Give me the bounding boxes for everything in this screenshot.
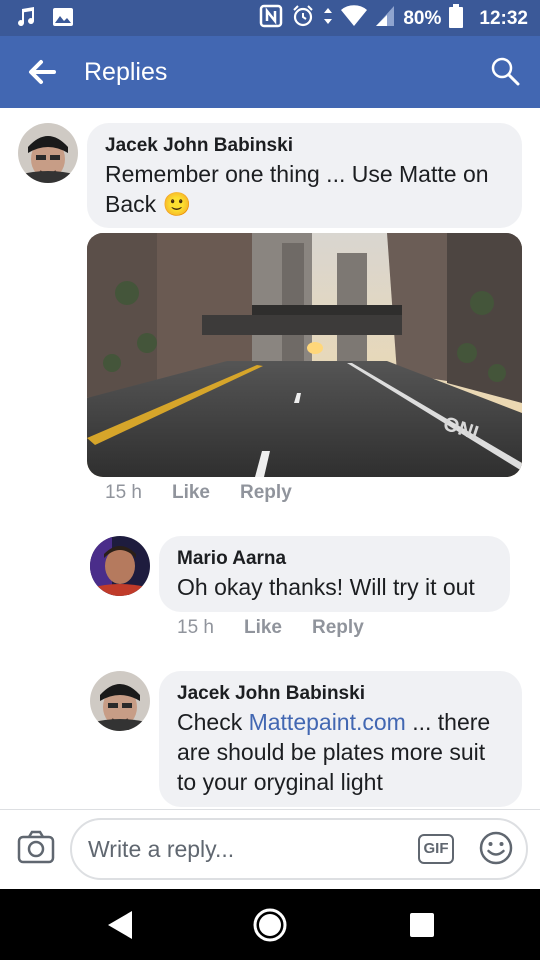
music-note-icon — [16, 6, 38, 33]
comment-author[interactable]: Mario Aarna — [177, 546, 492, 572]
back-arrow-icon — [29, 60, 56, 84]
comment-text: Oh okay thanks! Will try it out — [177, 574, 475, 600]
search-icon — [491, 57, 520, 86]
nav-home-button[interactable] — [252, 907, 288, 943]
comment-time: 15 h — [105, 482, 142, 503]
data-arrows-icon — [323, 4, 333, 34]
avatar[interactable] — [90, 671, 150, 731]
system-nav-bar — [0, 889, 540, 960]
reply-input[interactable]: Write a reply... GIF — [70, 818, 528, 880]
battery-icon — [449, 4, 464, 34]
avatar[interactable] — [18, 123, 78, 183]
app-bar: Replies — [0, 36, 540, 108]
reply-button[interactable]: Reply — [312, 617, 364, 639]
nav-home-icon — [253, 908, 287, 942]
comment-photo[interactable]: ONL — [87, 233, 522, 477]
comment-time: 15 h — [177, 617, 214, 638]
comment-text: Check Mattepaint.com ... there — [177, 707, 504, 737]
comment-text: Back 🙂 — [105, 191, 192, 217]
comment-author[interactable]: Jacek John Babinski — [177, 681, 504, 707]
comment-text: to your oryginal light — [177, 769, 383, 795]
page-title: Replies — [84, 58, 168, 86]
nav-back-button[interactable] — [102, 907, 138, 943]
nfc-icon — [259, 4, 283, 34]
comment-text: are should be plates more suit — [177, 739, 486, 765]
comment-bubble[interactable]: Mario Aarna Oh okay thanks! Will try it … — [159, 536, 510, 612]
comment-text-before-link: Check — [177, 709, 249, 735]
comment-link[interactable]: Mattepaint.com — [249, 709, 406, 735]
like-button[interactable]: Like — [172, 482, 210, 504]
comment-text: Remember one thing ... Use Matte on — [105, 161, 489, 187]
comment-bubble[interactable]: Jacek John Babinski Remember one thing .… — [87, 123, 522, 228]
status-bar: 80% 12:32 — [0, 0, 540, 36]
reply-button[interactable]: Reply — [240, 482, 292, 504]
comment-text-after-link: ... there — [405, 709, 491, 735]
nav-back-icon — [108, 911, 132, 939]
camera-icon — [17, 830, 55, 864]
emoji-button[interactable] — [478, 830, 514, 866]
alarm-icon — [291, 4, 315, 34]
comment-actions: 15 h Like Reply — [177, 617, 364, 639]
nav-recents-icon — [410, 913, 434, 937]
search-button[interactable] — [490, 56, 520, 86]
reply-composer: Write a reply... GIF — [0, 809, 540, 889]
like-button[interactable]: Like — [244, 617, 282, 639]
clock-time: 12:32 — [479, 8, 528, 29]
wifi-icon — [341, 5, 368, 33]
smiley-icon — [479, 831, 513, 865]
comment-actions: 15 h Like Reply — [105, 482, 292, 504]
avatar[interactable] — [90, 536, 150, 596]
back-button[interactable] — [24, 54, 60, 90]
camera-button[interactable] — [16, 830, 56, 866]
nav-recents-button[interactable] — [404, 907, 440, 943]
battery-percent: 80% — [403, 8, 442, 29]
cell-signal-icon — [375, 5, 395, 33]
comment-bubble[interactable]: Jacek John Babinski Check Mattepaint.com… — [159, 671, 522, 807]
reply-placeholder: Write a reply... — [88, 836, 235, 862]
gif-button[interactable]: GIF — [418, 834, 454, 864]
comment-author[interactable]: Jacek John Babinski — [105, 133, 504, 159]
image-icon — [52, 6, 74, 33]
